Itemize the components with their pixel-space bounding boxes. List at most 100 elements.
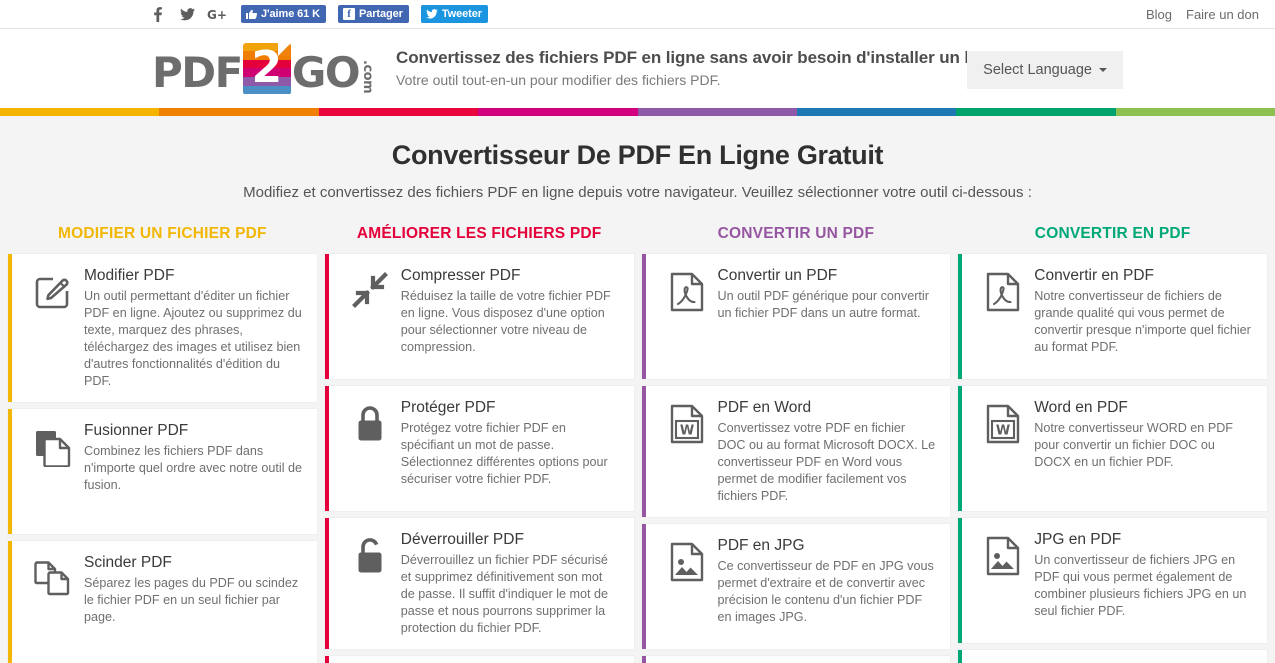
facebook-share-label: Partager — [359, 8, 403, 20]
tool-card[interactable]: Scinder PDF Séparez les pages du PDF ou s… — [8, 541, 317, 663]
image-file-icon — [658, 536, 716, 582]
tool-card-body: PDF en JPG Ce convertisseur de PDF en JPG… — [716, 536, 937, 626]
tool-card-title: Protéger PDF — [400, 399, 496, 416]
tool-card-body: Word en PDF Notre convertisseur WORD en P… — [1032, 398, 1253, 471]
word-file-icon: W — [658, 398, 716, 444]
tool-card[interactable]: Déverrouiller PDF Déverrouillez un fichie… — [324, 518, 634, 649]
tool-card[interactable]: PDF en JPG Ce convertisseur de PDF en JPG… — [641, 524, 951, 649]
column-heading: AMÉLIORER LES FICHIERS PDF — [356, 225, 602, 242]
facebook-like-label: J'aime 61 K — [261, 8, 320, 20]
tool-card[interactable]: Convertir en PDF Notre convertisseur de f… — [958, 254, 1267, 379]
tool-card-description: Protégez votre fichier PDF en spécifiant… — [400, 421, 608, 486]
tool-card-body: PDF en Word Convertissez votre PDF en fic… — [716, 398, 937, 505]
split-pdf-icon — [24, 553, 82, 597]
twitter-icon[interactable] — [177, 5, 197, 23]
tool-card[interactable]: JPG en PDF Un convertisseur de fichiers J… — [958, 518, 1267, 643]
svg-text:W: W — [679, 424, 693, 439]
main-content: Convertisseur De PDF En Ligne Gratuit Mo… — [0, 116, 1275, 663]
tool-card-body: Scinder PDF Séparez les pages du PDF ou s… — [82, 553, 303, 626]
tool-card-body: Modifier PDF Un outil permettant d'éditer… — [82, 266, 303, 390]
facebook-square-icon: f — [343, 8, 355, 20]
stripe-segment-2 — [318, 108, 479, 116]
tool-card-title: Modifier PDF — [84, 267, 175, 284]
tools-column-3: CONVERTIR EN PDF Convertir en PDF Notre co… — [954, 221, 1271, 663]
tool-card[interactable]: Convertir un PDF Un outil PDF générique p… — [641, 254, 951, 379]
tool-card-title: Compresser PDF — [400, 267, 521, 284]
chevron-down-icon — [1099, 68, 1107, 72]
facebook-icon[interactable] — [148, 5, 168, 23]
social-buttons-group: G+ J'aime 61 K f Partager Tweeter — [148, 5, 488, 23]
stripe-segment-1 — [159, 108, 319, 116]
nav-link-donate[interactable]: Faire un don — [1186, 7, 1259, 22]
column-heading: MODIFIER UN FICHIER PDF — [58, 225, 267, 242]
stripe-segment-7 — [1115, 108, 1275, 116]
header-tagline: Convertissez des fichiers PDF en ligne s… — [396, 47, 1027, 90]
svg-text:W: W — [996, 424, 1010, 439]
tool-card-title: Convertir en PDF — [1034, 267, 1154, 284]
logo-text-pdf: PDF — [152, 47, 243, 97]
pdf-file-icon — [974, 266, 1032, 312]
column-heading: CONVERTIR EN PDF — [1034, 225, 1191, 242]
logo-digit-two: 2 — [251, 42, 283, 93]
tool-card-description: Ce convertisseur de PDF en JPG vous perm… — [717, 559, 934, 624]
word-file-icon: W — [974, 398, 1032, 444]
logo-text-com: .com — [360, 60, 376, 94]
image-file-icon — [974, 530, 1032, 576]
tool-card-description: Notre convertisseur WORD en PDF pour con… — [1034, 421, 1234, 469]
tool-card[interactable]: Protéger PDF Protégez votre fichier PDF e… — [324, 386, 634, 511]
site-header: PDF 2 GO .com Convertissez des fichiers … — [0, 29, 1275, 108]
twitter-tweet-label: Tweeter — [441, 8, 482, 20]
page-title: Convertisseur De PDF En Ligne Gratuit — [391, 140, 884, 170]
tool-card-description: Un convertisseur de fichiers JPG en PDF … — [1034, 553, 1247, 618]
tool-card-body: JPG en PDF Un convertisseur de fichiers J… — [1032, 530, 1253, 620]
tool-card-title: Scinder PDF — [84, 554, 172, 571]
lock-closed-icon — [341, 398, 399, 442]
nav-link-blog[interactable]: Blog — [1146, 7, 1172, 22]
tool-card-body: Convertir un PDF Un outil PDF générique p… — [716, 266, 937, 322]
tool-card[interactable]: W PDF en Word Convertissez votre PDF en fi… — [641, 386, 951, 517]
tool-card[interactable]: Fusionner PDF Combinez les fichiers PDF d… — [8, 409, 317, 534]
logo-text-go: GO — [291, 47, 361, 97]
tools-column-2: CONVERTIR UN PDF Convertir un PDF Un outil… — [638, 221, 955, 663]
tool-card-body: Déverrouiller PDF Déverrouillez un fichie… — [399, 530, 620, 637]
tool-card[interactable]: Compresser PDF Réduisez la taille de votr… — [324, 254, 634, 379]
stripe-segment-0 — [0, 108, 160, 116]
tools-column-1: AMÉLIORER LES FICHIERS PDF Compresser PDF… — [321, 221, 638, 663]
google-plus-icon[interactable]: G+ — [206, 5, 226, 23]
social-top-bar: G+ J'aime 61 K f Partager Tweeter Blog F… — [0, 0, 1275, 29]
site-logo[interactable]: PDF 2 GO .com — [152, 42, 376, 97]
rainbow-divider — [0, 108, 1275, 116]
tool-card-body: Convertir en PDF Notre convertisseur de f… — [1032, 266, 1253, 356]
tool-card[interactable]: Modifier PDF Un outil permettant d'éditer… — [8, 254, 317, 402]
edit-pdf-icon — [24, 266, 82, 310]
tool-card[interactable]: W Word en PDF Notre convertisseur WORD en … — [958, 386, 1267, 511]
svg-text:G+: G+ — [207, 8, 226, 21]
tool-card[interactable]: PPowerPoint en PDFUn convertisseur de fi… — [958, 650, 1267, 663]
tool-card[interactable]: PPDF en PowerPointUn convertisseur de PD… — [641, 656, 951, 663]
top-nav-links: Blog Faire un don — [1146, 7, 1259, 22]
tools-grid: MODIFIER UN FICHIER PDF Modifier PDF Un ou… — [0, 221, 1275, 663]
tool-card-title: Déverrouiller PDF — [400, 531, 524, 548]
tool-card[interactable]: Modifiez la taille de page du fichier PD… — [324, 656, 634, 663]
header-headline: Convertissez des fichiers PDF en ligne s… — [396, 48, 1027, 67]
tool-card-title: PDF en JPG — [717, 537, 805, 554]
twitter-tweet-button[interactable]: Tweeter — [420, 5, 488, 23]
tool-card-description: Un outil permettant d'éditer un fichier … — [84, 289, 302, 388]
stripe-segment-5 — [796, 108, 957, 116]
tool-card-body: Compresser PDF Réduisez la taille de votr… — [399, 266, 620, 356]
lock-open-icon — [341, 530, 399, 574]
tool-card-description: Combinez les fichiers PDF dans n'importe… — [84, 444, 303, 492]
tool-card-title: JPG en PDF — [1034, 531, 1122, 548]
tools-column-0: MODIFIER UN FICHIER PDF Modifier PDF Un ou… — [4, 221, 321, 663]
tool-card-title: Convertir un PDF — [717, 267, 838, 284]
tool-card-title: Fusionner PDF — [84, 422, 189, 439]
tool-card-description: Un outil PDF générique pour convertir un… — [717, 289, 929, 320]
stripe-segment-4 — [637, 108, 797, 116]
facebook-like-button[interactable]: J'aime 61 K — [241, 5, 326, 23]
tool-card-description: Notre convertisseur de fichiers de grand… — [1034, 289, 1251, 354]
stripe-segment-6 — [956, 108, 1116, 116]
select-language-button[interactable]: Select Language — [967, 51, 1123, 89]
tool-card-description: Convertissez votre PDF en fichier DOC ou… — [717, 421, 936, 503]
compress-icon — [341, 266, 399, 308]
facebook-share-button[interactable]: f Partager — [338, 5, 409, 23]
